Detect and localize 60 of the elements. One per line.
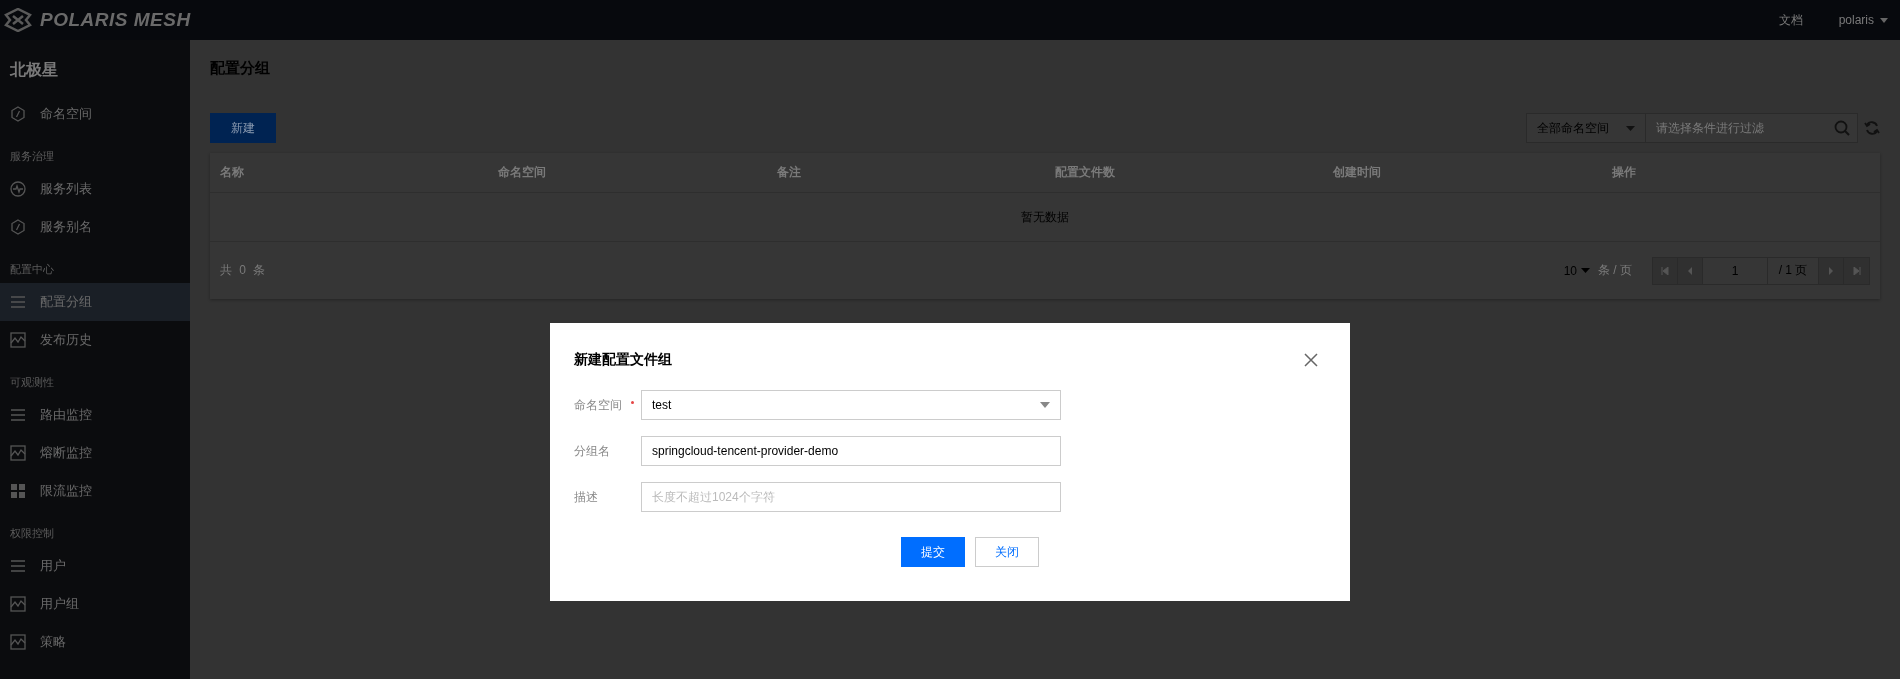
logo-text: POLARIS MESH — [40, 9, 191, 31]
input-field[interactable]: 长度不超过1024个字符 — [641, 482, 1061, 512]
total-count: 共 0 条 — [220, 262, 266, 279]
sidebar-heading: 可观测性 — [9, 375, 55, 390]
chart-icon — [10, 596, 26, 612]
close-icon[interactable] — [1304, 353, 1318, 367]
sidebar-heading: 服务治理 — [9, 149, 55, 164]
sidebar-heading: 权限控制 — [9, 526, 55, 541]
sidebar-item[interactable]: 限流监控 — [0, 472, 190, 510]
submit-button[interactable]: 提交 — [901, 537, 965, 567]
list-icon — [10, 558, 26, 574]
caret-left-icon — [1686, 266, 1694, 275]
logo-icon — [4, 8, 32, 32]
column-header: 命名空间 — [497, 164, 548, 181]
column-header: 名称 — [219, 164, 245, 181]
top-link[interactable]: polaris — [1838, 11, 1888, 29]
column-header: 备注 — [775, 164, 802, 181]
hexagon-icon — [10, 219, 26, 235]
sidebar-title: 北极星 — [9, 60, 59, 80]
new-button[interactable]: 新建 — [210, 113, 276, 143]
sidebar-item[interactable]: 用户 — [0, 547, 190, 585]
namespace-select[interactable]: test — [641, 390, 1061, 420]
input-field[interactable]: springcloud-tencent-provider-demo — [641, 436, 1061, 466]
skip-right-icon — [1852, 266, 1861, 275]
chart-icon — [10, 634, 26, 650]
page-size-unit: 条 / 页 — [1598, 262, 1632, 279]
list-icon — [10, 407, 26, 423]
list-icon — [10, 294, 26, 310]
pulse-icon — [10, 181, 26, 197]
refresh-icon[interactable] — [1864, 120, 1880, 136]
sidebar-item[interactable]: 服务别名 — [0, 208, 190, 246]
search-icon[interactable] — [1834, 120, 1850, 136]
caret-icon — [1626, 125, 1635, 131]
column-header: 创建时间 — [1332, 164, 1383, 181]
sidebar-item[interactable]: 发布历史 — [0, 321, 190, 359]
hexagon-icon — [10, 106, 26, 122]
top-link[interactable]: 文档 — [1778, 11, 1803, 29]
column-header: 操作 — [1610, 164, 1637, 181]
grid-icon — [10, 483, 26, 499]
caret-right-icon — [1827, 266, 1835, 275]
search-field[interactable]: 请选择条件进行过滤 — [1646, 113, 1858, 143]
sidebar-item[interactable]: 路由监控 — [0, 396, 190, 434]
skip-left-icon — [1661, 266, 1669, 275]
close-button[interactable]: 关闭 — [975, 537, 1039, 567]
field-label: 命名空间 — [574, 396, 623, 414]
caret-icon — [1581, 268, 1590, 273]
dialog-title: 新建配置文件组 — [574, 351, 672, 369]
sidebar-item[interactable]: 熔断监控 — [0, 434, 190, 472]
sidebar-item[interactable]: 服务列表 — [0, 170, 190, 208]
field-label: 分组名 — [574, 442, 611, 460]
field-label: 描述 — [574, 488, 599, 506]
column-header: 配置文件数 — [1054, 164, 1116, 181]
sidebar-item[interactable]: 用户组 — [0, 585, 190, 623]
sidebar-heading: 配置中心 — [9, 262, 55, 277]
sidebar-item[interactable]: 配置分组 — [0, 283, 190, 321]
sidebar-item[interactable]: 策略 — [0, 623, 190, 661]
caret-icon — [1040, 402, 1050, 408]
sidebar-item[interactable]: 命名空间 — [0, 95, 190, 133]
chart-icon — [10, 445, 26, 461]
chart-icon — [10, 332, 26, 348]
